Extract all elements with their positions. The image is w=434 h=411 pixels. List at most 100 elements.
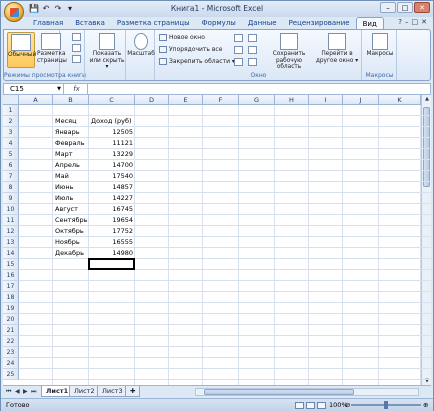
- vertical-scrollbar[interactable]: ▲ ▼: [421, 95, 431, 385]
- cell-header-month[interactable]: Месяц: [53, 116, 89, 127]
- row-header[interactable]: 17: [3, 281, 19, 292]
- scroll-up-icon[interactable]: ▲: [422, 96, 431, 102]
- cell-month[interactable]: Октябрь: [53, 226, 89, 237]
- page-break-preview-icon[interactable]: [317, 402, 326, 409]
- chevron-down-icon[interactable]: ▼: [57, 84, 61, 94]
- office-button[interactable]: [4, 2, 24, 22]
- page-break-icon[interactable]: [72, 33, 81, 41]
- next-sheet-icon[interactable]: ▶: [23, 388, 28, 395]
- column-header[interactable]: E: [169, 95, 203, 105]
- maximize-button[interactable]: □: [397, 2, 413, 13]
- tab-view[interactable]: Вид: [355, 17, 384, 29]
- save-workspace-button[interactable]: Сохранить рабочую область: [266, 32, 312, 70]
- cell-income[interactable]: 14857: [89, 182, 135, 193]
- prev-sheet-icon[interactable]: ◀: [15, 388, 20, 395]
- custom-views-icon[interactable]: [72, 44, 81, 52]
- cell-income[interactable]: 16745: [89, 204, 135, 215]
- cell-month[interactable]: Февраль: [53, 138, 89, 149]
- arrange-all-button[interactable]: Упорядочить все: [159, 45, 222, 54]
- column-header[interactable]: J: [343, 95, 379, 105]
- row-header[interactable]: 9: [3, 193, 19, 204]
- row-header[interactable]: 19: [3, 303, 19, 314]
- horizontal-scrollbar[interactable]: [195, 388, 419, 396]
- row-header[interactable]: 6: [3, 160, 19, 171]
- help-icon[interactable]: ?: [398, 18, 402, 26]
- row-header[interactable]: 14: [3, 248, 19, 259]
- row-header[interactable]: 4: [3, 138, 19, 149]
- row-header[interactable]: 7: [3, 171, 19, 182]
- workbook-restore-icon[interactable]: □: [412, 18, 419, 26]
- minimize-button[interactable]: –: [380, 2, 396, 13]
- cell-month[interactable]: Ноябрь: [53, 237, 89, 248]
- cell-income[interactable]: 16555: [89, 237, 135, 248]
- last-sheet-icon[interactable]: ⏭: [31, 388, 36, 396]
- insert-sheet-icon[interactable]: ✚: [125, 386, 141, 397]
- column-header[interactable]: K: [379, 95, 421, 105]
- workbook-close-icon[interactable]: ✕: [421, 18, 427, 26]
- formula-input[interactable]: [92, 84, 430, 94]
- close-button[interactable]: ✕: [414, 2, 430, 13]
- row-header[interactable]: 8: [3, 182, 19, 193]
- tab-data[interactable]: Данные: [242, 17, 283, 29]
- cell-income[interactable]: 12505: [89, 127, 135, 138]
- zoom-button[interactable]: Масштаб: [127, 32, 155, 68]
- row-header[interactable]: 2: [3, 116, 19, 127]
- show-hide-button[interactable]: Показать или скрыть ▾: [89, 32, 125, 70]
- column-header[interactable]: H: [275, 95, 309, 105]
- cell-month[interactable]: Август: [53, 204, 89, 215]
- insert-function-icon[interactable]: fx: [66, 84, 88, 94]
- row-header[interactable]: 10: [3, 204, 19, 215]
- row-header[interactable]: 18: [3, 292, 19, 303]
- zoom-slider-knob[interactable]: [384, 401, 388, 409]
- switch-windows-button[interactable]: Перейти в другое окно ▾: [314, 32, 360, 68]
- row-header[interactable]: 5: [3, 149, 19, 160]
- new-window-button[interactable]: Новое окно: [159, 33, 205, 42]
- hide-window-icon[interactable]: [234, 46, 243, 54]
- scroll-thumb[interactable]: [423, 107, 430, 187]
- page-layout-icon[interactable]: [306, 402, 315, 409]
- row-header[interactable]: 15: [3, 259, 19, 270]
- cell-month[interactable]: Январь: [53, 127, 89, 138]
- cell-header-income[interactable]: Доход (руб): [89, 116, 135, 127]
- tab-insert[interactable]: Вставка: [69, 17, 111, 29]
- cell-month[interactable]: Декабрь: [53, 248, 89, 259]
- cell-income[interactable]: 14700: [89, 160, 135, 171]
- row-header[interactable]: 21: [3, 325, 19, 336]
- selected-cell[interactable]: [88, 258, 135, 270]
- cell-income[interactable]: 11121: [89, 138, 135, 149]
- row-header[interactable]: 25: [3, 369, 19, 380]
- sheet-tab-3[interactable]: Лист3: [97, 386, 128, 397]
- page-layout-view-button[interactable]: Разметка страницы: [37, 32, 67, 68]
- cell-month[interactable]: Март: [53, 149, 89, 160]
- column-header[interactable]: B: [53, 95, 89, 105]
- column-header[interactable]: I: [309, 95, 343, 105]
- row-header[interactable]: 11: [3, 215, 19, 226]
- tab-page-layout[interactable]: Разметка страницы: [111, 17, 196, 29]
- worksheet-grid[interactable]: ▲ ▼ A B C D E F G H I J K 1 2 3 4 5 6 7 8 9 10 11 12 13 14 15 16 17…: [3, 95, 431, 385]
- cell-income[interactable]: 14227: [89, 193, 135, 204]
- column-header[interactable]: F: [203, 95, 239, 105]
- cell-income[interactable]: 13229: [89, 149, 135, 160]
- row-header[interactable]: 13: [3, 237, 19, 248]
- cell-income[interactable]: 19654: [89, 215, 135, 226]
- cell-income[interactable]: 17540: [89, 171, 135, 182]
- column-header[interactable]: G: [239, 95, 275, 105]
- split-icon[interactable]: [234, 34, 243, 42]
- full-screen-icon[interactable]: [72, 55, 81, 63]
- cell-month[interactable]: Июль: [53, 193, 89, 204]
- row-header[interactable]: 16: [3, 270, 19, 281]
- cell-month[interactable]: Май: [53, 171, 89, 182]
- workbook-minimize-icon[interactable]: –: [405, 18, 409, 26]
- cell-month[interactable]: Сентябрь: [53, 215, 89, 226]
- name-box[interactable]: C15 ▼: [4, 84, 64, 94]
- row-header[interactable]: 24: [3, 358, 19, 369]
- hscroll-thumb[interactable]: [204, 389, 354, 395]
- tab-home[interactable]: Главная: [27, 17, 69, 29]
- sheet-tab-2[interactable]: Лист2: [69, 386, 100, 397]
- zoom-out-icon[interactable]: ⊖: [345, 399, 350, 411]
- freeze-panes-button[interactable]: Закрепить области ▾: [159, 57, 235, 66]
- first-sheet-icon[interactable]: ⏮: [6, 388, 11, 396]
- cell-month[interactable]: Апрель: [53, 160, 89, 171]
- tab-formulas[interactable]: Формулы: [196, 17, 242, 29]
- column-header[interactable]: C: [89, 95, 135, 105]
